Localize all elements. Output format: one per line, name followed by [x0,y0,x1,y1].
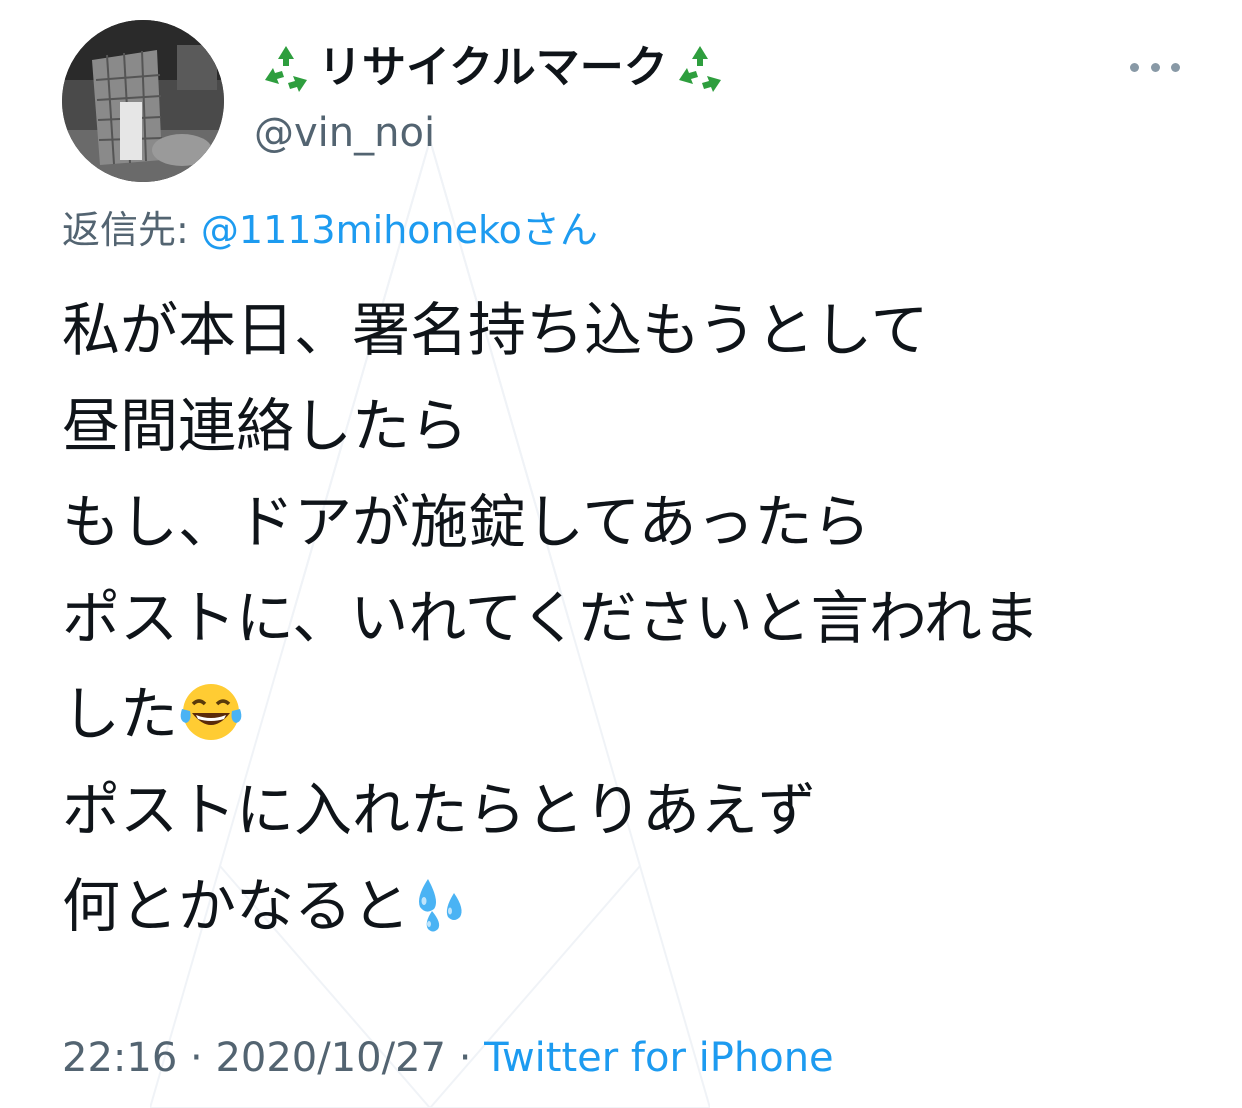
tweet-text-fragment: 何とかなると [62,872,411,940]
avatar-image [62,20,224,182]
tweet-text-line-with-emoji: した [62,666,1212,762]
recycle-icon [258,40,314,96]
tweet-meta: 22:16 · 2020/10/27 · Twitter for iPhone [62,1030,834,1086]
recycle-icon [671,40,728,96]
reply-context: 返信先: @1113mihonekoさん [62,200,598,260]
avatar[interactable] [62,20,224,182]
tweet-text-line: ポストに入れたらとりあえず [62,776,817,844]
tweet-time[interactable]: 22:16 [62,1035,177,1081]
sweat-droplets-emoji [419,878,462,932]
author-block: リサイクルマーク @vin_noi [254,36,732,160]
display-name[interactable]: リサイクルマーク [254,36,732,100]
tweet-text-line: 私が本日、署名持ち込もうとして [62,296,929,364]
tweet-text-line-with-emoji: 何とかなると [62,858,1212,954]
meta-separator: · [177,1035,216,1081]
more-dot [1171,62,1180,72]
tweet-source-link[interactable]: Twitter for iPhone [484,1035,834,1081]
tweet-text-line: もし、ドアが施錠してあったら [62,488,871,556]
user-handle[interactable]: @vin_noi [254,106,732,160]
more-dot [1150,62,1160,72]
tweet: リサイクルマーク @vin_noi 返信先: @1113mihonekoさん 私… [0,0,1242,1108]
reply-prefix: 返信先: [62,208,189,252]
tweet-text-line: ポストに、いれてくださいと言われま [62,584,1040,652]
reply-mention-link[interactable]: @1113mihonekoさん [201,208,598,252]
tweet-text-fragment: した [62,680,179,748]
tweet-date[interactable]: 2020/10/27 [215,1035,446,1081]
tweet-text: 私が本日、署名持ち込もうとして 昼間連絡したら もし、ドアが施錠してあったら ポ… [62,282,1212,954]
tweet-text-line: 昼間連絡したら [62,392,469,460]
more-dot [1130,62,1139,72]
tears-of-joy-emoji [180,683,242,740]
meta-separator: · [445,1035,485,1081]
more-options-icon[interactable] [1130,56,1180,78]
display-name-text: リサイクルマーク [318,42,668,93]
